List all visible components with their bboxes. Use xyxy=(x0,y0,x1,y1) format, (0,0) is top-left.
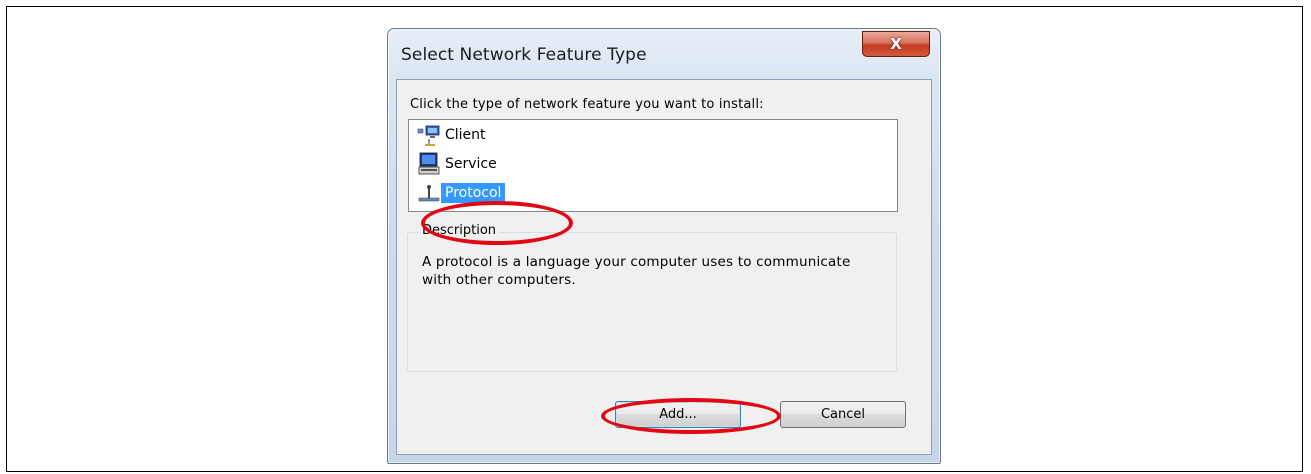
dialog-title: Select Network Feature Type xyxy=(401,45,647,65)
instruction-text: Click the type of network feature you wa… xyxy=(410,97,764,112)
list-item-protocol[interactable]: Protocol xyxy=(417,180,506,206)
client-icon xyxy=(417,123,441,147)
select-network-feature-dialog: Select Network Feature Type X Click the … xyxy=(387,28,941,464)
list-item-label: Client xyxy=(445,127,486,143)
list-item-client[interactable]: Client xyxy=(417,122,490,148)
list-item-label: Service xyxy=(445,156,497,172)
description-text: A protocol is a language your computer u… xyxy=(422,254,851,288)
description-label: Description xyxy=(419,223,500,238)
protocol-icon xyxy=(417,181,441,205)
close-icon: X xyxy=(890,35,902,53)
close-button[interactable]: X xyxy=(862,31,930,57)
add-button[interactable]: Add... xyxy=(615,401,741,428)
list-item-label: Protocol xyxy=(441,183,506,203)
feature-type-list[interactable]: Client Service Protocol xyxy=(408,119,898,212)
cancel-button[interactable]: Cancel xyxy=(780,401,906,428)
list-item-service[interactable]: Service xyxy=(417,151,501,177)
service-icon xyxy=(417,152,441,176)
